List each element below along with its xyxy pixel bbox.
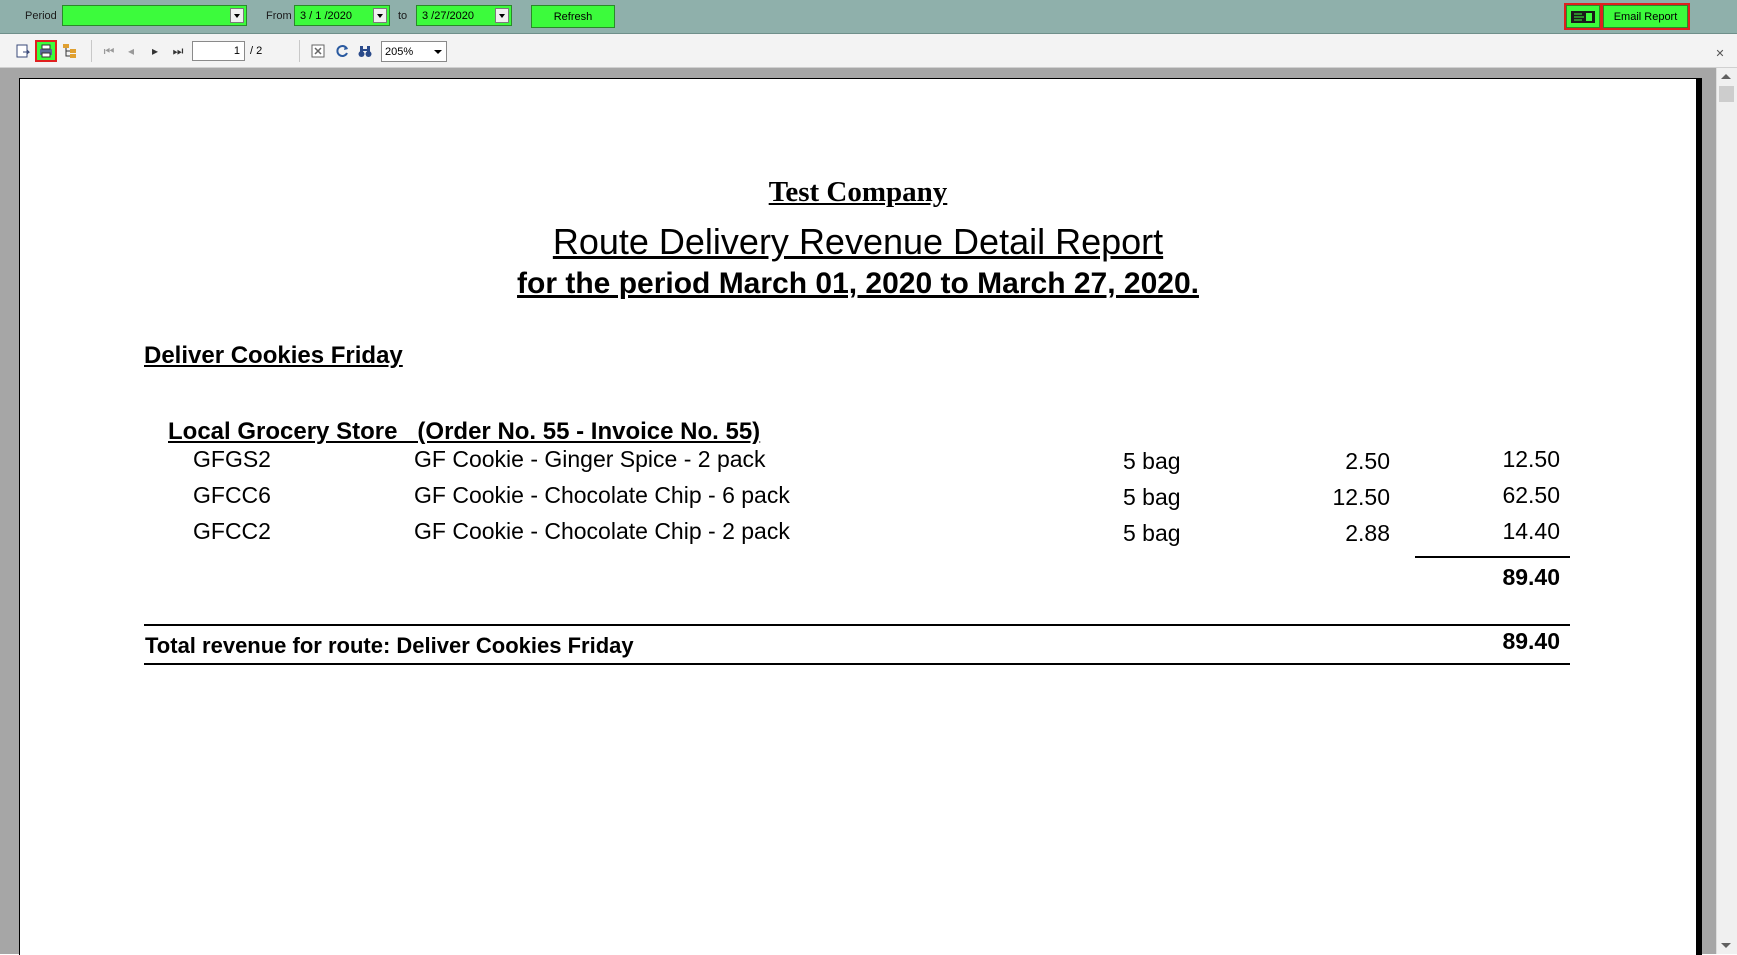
report-viewer-toolbar: ⏮ ◂ ▸ ⏭ 1 / 2 205% ✕ bbox=[0, 34, 1737, 68]
period-label: Period bbox=[25, 10, 57, 22]
report-page bbox=[19, 78, 1696, 955]
export-icon[interactable] bbox=[14, 42, 32, 60]
line-item-quantity: 5 bag bbox=[1123, 520, 1181, 546]
route-total-top-rule bbox=[144, 624, 1570, 626]
period-dropdown[interactable] bbox=[62, 5, 247, 26]
route-total-label: Total revenue for route: Deliver Cookies… bbox=[145, 633, 634, 658]
to-label: to bbox=[398, 10, 408, 22]
from-date-picker[interactable]: 3 / 1 /2020 bbox=[294, 5, 390, 26]
route-total-bottom-rule bbox=[144, 663, 1570, 665]
toolbar-separator bbox=[91, 40, 92, 62]
company-name: Test Company bbox=[768, 176, 948, 208]
page-total-label: / 2 bbox=[250, 45, 263, 57]
chevron-down-icon[interactable] bbox=[230, 8, 244, 23]
next-page-icon[interactable]: ▸ bbox=[146, 42, 164, 60]
zoom-select[interactable]: 205% bbox=[381, 41, 447, 62]
line-item-price: 2.50 bbox=[1345, 448, 1390, 474]
from-label: From bbox=[266, 10, 292, 22]
from-date-value: 3 / 1 /2020 bbox=[300, 10, 352, 22]
chevron-down-icon[interactable] bbox=[434, 50, 442, 54]
refresh-button[interactable]: Refresh bbox=[531, 5, 615, 28]
scroll-up-icon[interactable] bbox=[1721, 74, 1731, 79]
line-item-description: GF Cookie - Chocolate Chip - 6 pack bbox=[414, 482, 790, 508]
page-number-input[interactable]: 1 bbox=[192, 41, 245, 61]
line-item-price: 12.50 bbox=[1332, 484, 1390, 510]
to-date-value: 3 /27/2020 bbox=[422, 10, 474, 22]
report-title: Route Delivery Revenue Detail Report bbox=[552, 221, 1164, 262]
chevron-down-icon[interactable] bbox=[373, 8, 387, 23]
report-subtitle: for the period March 01, 2020 to March 2… bbox=[517, 267, 1199, 300]
order-total: 89.40 bbox=[1502, 564, 1560, 590]
line-item-code: GFGS2 bbox=[193, 446, 271, 472]
email-report-button[interactable]: Email Report bbox=[1601, 3, 1690, 30]
first-page-icon[interactable]: ⏮ bbox=[100, 42, 118, 60]
line-item-code: GFCC6 bbox=[193, 482, 271, 508]
scroll-down-icon[interactable] bbox=[1721, 943, 1731, 948]
last-page-icon[interactable]: ⏭ bbox=[169, 42, 187, 60]
line-item-code: GFCC2 bbox=[193, 518, 271, 544]
print-icon[interactable] bbox=[35, 40, 57, 62]
vertical-scrollbar[interactable] bbox=[1716, 68, 1737, 954]
line-item-amount: 12.50 bbox=[1502, 446, 1560, 472]
route-total-amount: 89.40 bbox=[1502, 628, 1560, 654]
parameter-bar: Period From 3 / 1 /2020 to 3 /27/2020 Re… bbox=[0, 0, 1737, 34]
line-item-description: GF Cookie - Ginger Spice - 2 pack bbox=[414, 446, 766, 472]
line-item-quantity: 5 bag bbox=[1123, 484, 1181, 510]
email-icon bbox=[1571, 10, 1595, 23]
zoom-value: 205% bbox=[385, 46, 414, 58]
refresh-icon[interactable] bbox=[333, 42, 351, 60]
stop-icon[interactable] bbox=[309, 42, 327, 60]
to-date-picker[interactable]: 3 /27/2020 bbox=[416, 5, 512, 26]
email-icon-button[interactable] bbox=[1564, 3, 1602, 30]
line-item-description: GF Cookie - Chocolate Chip - 2 pack bbox=[414, 518, 790, 544]
toolbar-separator bbox=[299, 40, 300, 62]
line-item-price: 2.88 bbox=[1345, 520, 1390, 546]
prev-page-icon[interactable]: ◂ bbox=[122, 42, 140, 60]
search-binoculars-icon[interactable] bbox=[356, 42, 374, 60]
line-item-amount: 14.40 bbox=[1502, 518, 1560, 544]
route-heading: Deliver Cookies Friday bbox=[144, 342, 403, 369]
line-item-amount: 62.50 bbox=[1502, 482, 1560, 508]
group-tree-icon[interactable] bbox=[61, 42, 79, 60]
line-item-quantity: 5 bag bbox=[1123, 448, 1181, 474]
scroll-thumb[interactable] bbox=[1719, 86, 1734, 102]
chevron-down-icon[interactable] bbox=[495, 8, 509, 23]
customer-order-heading: Local Grocery Store (Order No. 55 - Invo… bbox=[168, 418, 761, 445]
close-icon[interactable]: ✕ bbox=[1711, 44, 1729, 62]
subtotal-rule bbox=[1415, 556, 1570, 558]
